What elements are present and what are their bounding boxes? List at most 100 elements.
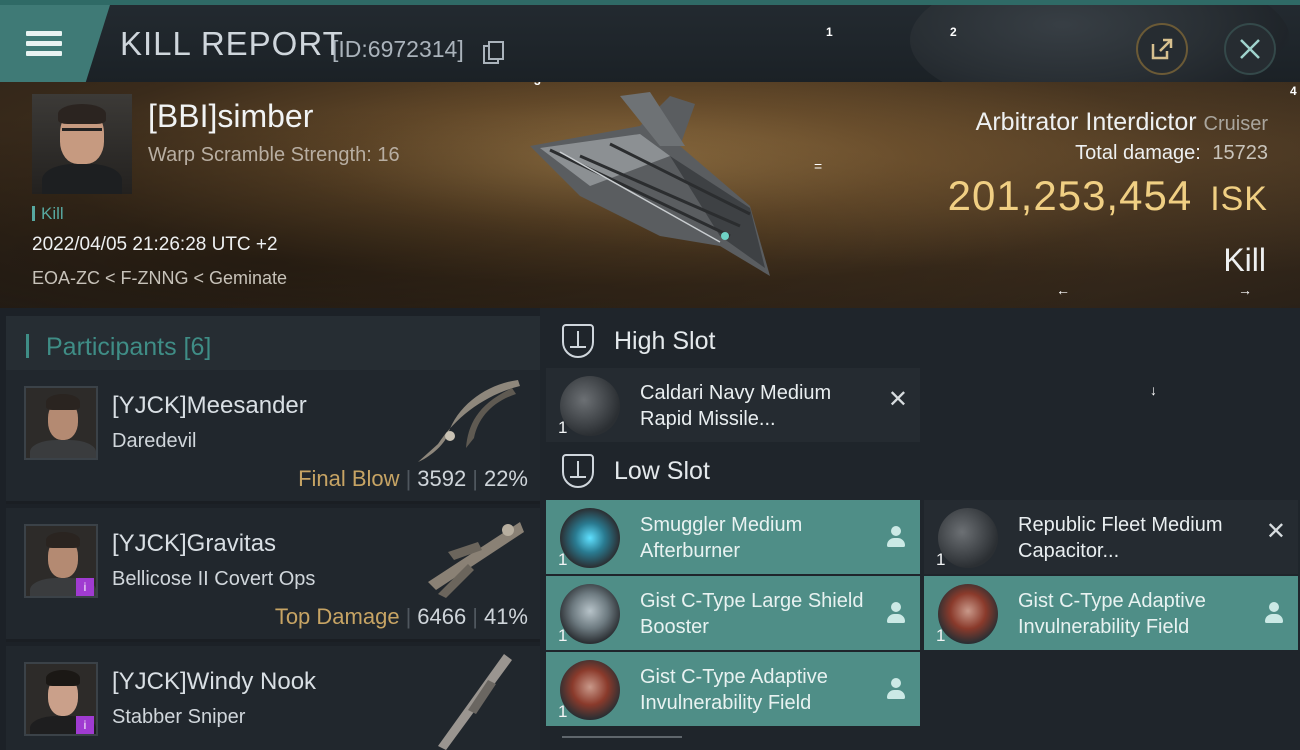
participant-ship-image [428, 522, 524, 598]
participant-card[interactable]: i [YJCK]Gravitas Bellicose II Covert Ops… [6, 508, 540, 642]
victim-avatar[interactable] [32, 94, 132, 194]
participants-panel: Participants [6] [YJCK]Meesander Daredev… [0, 308, 540, 750]
rapid-missile-launcher-icon [560, 376, 620, 436]
participant-ship: Stabber Sniper [112, 706, 246, 728]
module-item[interactable]: 1 Gist C-Type Adaptive Invulnerability F… [546, 652, 920, 726]
participants-header[interactable]: Participants [6] [6, 316, 540, 374]
module-name: Republic Fleet Medium Capacitor... [1018, 514, 1223, 562]
info-badge: i [76, 578, 94, 596]
invulnerability-field-icon [560, 660, 620, 720]
ship-render-image [530, 92, 770, 276]
kill-location[interactable]: EOA-ZC < F-ZNNG < Geminate [32, 268, 287, 289]
victim-ship[interactable]: Arbitrator Interdictor Cruiser [976, 108, 1268, 137]
mid-slot-header-partial [562, 736, 682, 750]
participant-damage: 3592 [417, 466, 467, 491]
module-name: Gist C-Type Adaptive Invulnerability Fie… [1018, 590, 1206, 638]
module-name: Gist C-Type Large Shield Booster [640, 590, 864, 638]
participant-avatar[interactable] [24, 386, 98, 460]
damage-label: Total damage: [1075, 142, 1201, 164]
participant-card[interactable]: i [YJCK]Windy Nook Stabber Sniper [6, 646, 540, 750]
info-badge: i [76, 716, 94, 734]
shield-booster-icon [560, 584, 620, 644]
module-name: Gist C-Type Adaptive Invulnerability Fie… [640, 666, 828, 714]
dropped-person-icon [886, 526, 906, 548]
dropped-person-icon [1264, 602, 1284, 624]
share-button[interactable] [1136, 23, 1188, 75]
kill-type-tag: Kill [32, 205, 64, 222]
share-icon [1151, 38, 1173, 60]
marker-1: 1 [826, 25, 833, 39]
module-name: Smuggler Medium Afterburner [640, 514, 803, 562]
participant-name: [YJCK]Gravitas [112, 530, 277, 557]
total-damage: Total damage: 15723 [1075, 142, 1268, 165]
module-item[interactable]: 1 Smuggler Medium Afterburner [546, 500, 920, 574]
marker-3: 3 [534, 82, 541, 88]
close-button[interactable] [1224, 23, 1276, 75]
participant-stats: Top Damage | 6466 | 41% [274, 604, 528, 629]
fitting-panel: High Slot ↓ 1 Caldari Navy Medium Rapid … [540, 308, 1300, 750]
kill-banner: 3 4 [BBI]simber Warp Scramble Strength: … [0, 82, 1300, 308]
module-quantity: 1 [558, 702, 568, 721]
invulnerability-field-icon [938, 584, 998, 644]
participant-percent: 41% [483, 604, 528, 629]
warp-scramble-strength: Warp Scramble Strength: 16 [148, 144, 400, 166]
down-arrow-icon: ↓ [1150, 382, 1157, 398]
participant-ship: Bellicose II Covert Ops [112, 568, 316, 590]
kill-datetime: 2022/04/05 21:26:28 UTC +2 [32, 234, 278, 255]
high-slot-label: High Slot [614, 326, 716, 355]
dropped-person-icon [886, 678, 906, 700]
module-item[interactable]: 1 Gist C-Type Adaptive Invulnerability F… [924, 576, 1298, 650]
capacitor-battery-icon [938, 508, 998, 568]
module-item[interactable]: 1 Caldari Navy Medium Rapid Missile... ✕ [546, 368, 920, 442]
ship-name: Arbitrator Interdictor [975, 108, 1197, 136]
participant-name: [YJCK]Meesander [112, 392, 307, 419]
module-item[interactable]: 1 Gist C-Type Large Shield Booster [546, 576, 920, 650]
participant-ship-image [418, 380, 520, 462]
isk-amount: 201,253,454 [947, 172, 1193, 219]
low-slot-label: Low Slot [614, 456, 710, 485]
kill-result: Kill [1223, 242, 1266, 278]
participant-ship-image [438, 654, 512, 750]
participant-percent: 22% [483, 466, 528, 491]
isk-unit: ISK [1210, 180, 1268, 218]
participant-stats: Final Blow | 3592 | 22% [298, 466, 528, 491]
victim-name[interactable]: [BBI]simber [148, 98, 313, 135]
participant-ship: Daredevil [112, 430, 197, 452]
module-item[interactable]: 1 Republic Fleet Medium Capacitor... ✕ [924, 500, 1298, 574]
low-slot-header: Low Slot [562, 454, 710, 488]
top-damage-tag: Top Damage [274, 604, 400, 629]
kill-id: [ID:6972314] [332, 36, 464, 62]
menu-button[interactable] [0, 5, 110, 82]
center-marker: = [814, 158, 823, 174]
destroyed-x-icon: ✕ [1265, 518, 1286, 545]
module-quantity: 1 [558, 550, 568, 569]
next-arrow-icon[interactable]: → [1238, 282, 1252, 298]
low-slot-icon [562, 454, 594, 488]
module-quantity: 1 [936, 550, 946, 569]
copy-icon[interactable] [483, 41, 504, 64]
damage-value: 15723 [1212, 142, 1268, 164]
high-slot-header: High Slot [562, 324, 715, 358]
module-quantity: 1 [558, 626, 568, 645]
final-blow-tag: Final Blow [298, 466, 400, 491]
close-icon [1240, 39, 1260, 59]
hamburger-icon [26, 26, 62, 61]
high-slot-icon [562, 324, 594, 358]
top-bar: KILL REPORT [ID:6972314] 1 2 [0, 0, 1300, 82]
module-quantity: 1 [558, 418, 568, 437]
participant-card[interactable]: [YJCK]Meesander Daredevil Final Blow | 359… [6, 370, 540, 504]
participant-damage: 6466 [417, 604, 467, 629]
isk-value: 201,253,454 ISK [948, 172, 1268, 220]
ship-class: Cruiser [1203, 113, 1268, 135]
page-title: KILL REPORT [120, 25, 344, 62]
participant-name: [YJCK]Windy Nook [112, 668, 317, 695]
module-name: Caldari Navy Medium Rapid Missile... [640, 382, 832, 430]
dropped-person-icon [886, 602, 906, 624]
prev-arrow-icon[interactable]: ← [1056, 282, 1070, 298]
destroyed-x-icon: ✕ [887, 386, 908, 413]
module-quantity: 1 [936, 626, 946, 645]
marker-2: 2 [950, 25, 957, 39]
marker-4: 4 [1290, 84, 1297, 98]
participants-label: Participants [6] [46, 333, 212, 361]
afterburner-icon [560, 508, 620, 568]
